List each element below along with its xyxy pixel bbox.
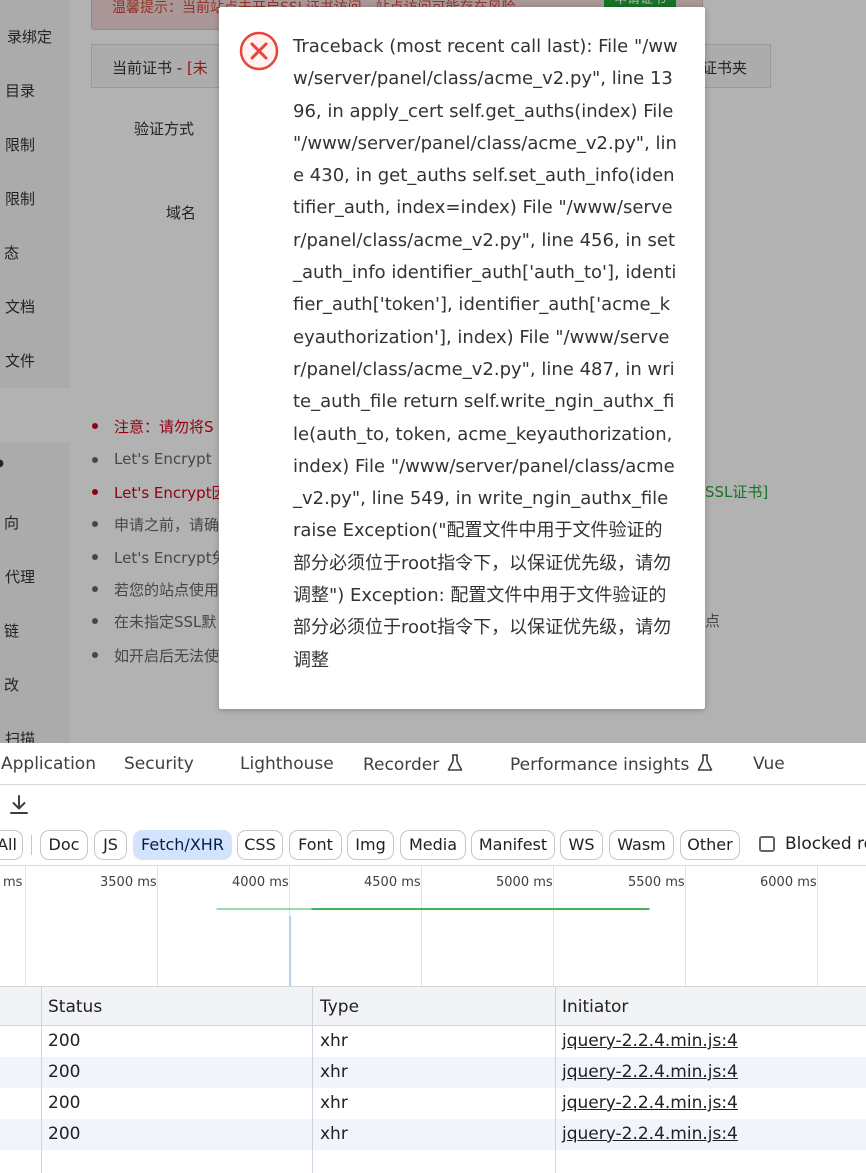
table-row[interactable]: 200 xhr jquery-2.2.4.min.js:4 bbox=[0, 1057, 866, 1088]
timeline-gridline bbox=[817, 866, 818, 986]
filter-media[interactable]: Media bbox=[400, 830, 466, 860]
column-divider[interactable] bbox=[312, 987, 313, 1173]
column-type[interactable]: Type bbox=[320, 997, 359, 1017]
filter-js[interactable]: JS bbox=[94, 830, 127, 860]
type-cell: xhr bbox=[320, 1093, 348, 1113]
flask-icon bbox=[697, 754, 713, 771]
table-row[interactable]: 200 xhr jquery-2.2.4.min.js:4 bbox=[0, 1119, 866, 1150]
timeline-activity-bar bbox=[216, 908, 650, 910]
filter-ws[interactable]: WS bbox=[560, 830, 603, 860]
filter-all[interactable]: All bbox=[0, 830, 23, 860]
filter-separator bbox=[31, 835, 32, 855]
flask-icon bbox=[447, 754, 463, 771]
column-divider[interactable] bbox=[41, 987, 42, 1173]
initiator-link[interactable]: jquery-2.2.4.min.js:4 bbox=[562, 1093, 738, 1113]
type-cell: xhr bbox=[320, 1031, 348, 1051]
timeline-gridline bbox=[553, 866, 554, 986]
error-circle-x-icon bbox=[239, 31, 279, 71]
type-cell: xhr bbox=[320, 1124, 348, 1144]
blocked-requests-label: Blocked re bbox=[785, 834, 866, 854]
timeline-tick-label: 6000 ms bbox=[760, 875, 817, 890]
tab-performance-insights[interactable]: Performance insights bbox=[510, 754, 713, 775]
network-timeline-overview[interactable]: ms 3500 ms 4000 ms 4500 ms 5000 ms 5500 … bbox=[0, 866, 866, 987]
filter-other[interactable]: Other bbox=[680, 830, 740, 860]
type-cell: xhr bbox=[320, 1062, 348, 1082]
initiator-link[interactable]: jquery-2.2.4.min.js:4 bbox=[562, 1062, 738, 1082]
column-divider[interactable] bbox=[555, 987, 556, 1173]
tab-performance-insights-label: Performance insights bbox=[510, 755, 690, 775]
tab-recorder-label: Recorder bbox=[363, 755, 440, 775]
status-cell: 200 bbox=[48, 1062, 81, 1082]
error-dialog: Traceback (most recent call last): File … bbox=[219, 7, 705, 709]
filter-fetch-xhr[interactable]: Fetch/XHR bbox=[133, 830, 232, 860]
timeline-cursor bbox=[289, 916, 291, 986]
timeline-tick-label: ms bbox=[3, 875, 23, 890]
tab-lighthouse[interactable]: Lighthouse bbox=[240, 754, 334, 774]
table-row[interactable]: 200 xhr jquery-2.2.4.min.js:4 bbox=[0, 1088, 866, 1119]
tab-recorder[interactable]: Recorder bbox=[363, 754, 463, 775]
table-header: Status Type Initiator bbox=[0, 987, 866, 1026]
timeline-gridline bbox=[25, 866, 26, 986]
tab-security[interactable]: Security bbox=[124, 754, 194, 774]
tab-vue[interactable]: Vue bbox=[753, 754, 785, 774]
timeline-gridline bbox=[421, 866, 422, 986]
network-request-table: Status Type Initiator 200 xhr jquery-2.2… bbox=[0, 987, 866, 1173]
devtools-tab-bar: Application Security Lighthouse Recorder… bbox=[0, 743, 866, 785]
initiator-link[interactable]: jquery-2.2.4.min.js:4 bbox=[562, 1124, 738, 1144]
error-message: Traceback (most recent call last): File … bbox=[293, 36, 678, 671]
timeline-tick-label: 3500 ms bbox=[100, 875, 157, 890]
column-status[interactable]: Status bbox=[48, 997, 102, 1017]
filter-wasm[interactable]: Wasm bbox=[609, 830, 674, 860]
timeline-tick-label: 5000 ms bbox=[496, 875, 553, 890]
resource-type-filter-bar: All Doc JS Fetch/XHR CSS Font Img Media … bbox=[0, 825, 866, 866]
status-cell: 200 bbox=[48, 1093, 81, 1113]
blocked-requests-checkbox[interactable] bbox=[759, 836, 775, 852]
status-cell: 200 bbox=[48, 1031, 81, 1051]
timeline-tick-label: 4000 ms bbox=[232, 875, 289, 890]
table-row[interactable]: 200 xhr jquery-2.2.4.min.js:4 bbox=[0, 1026, 866, 1057]
filter-css[interactable]: CSS bbox=[237, 830, 283, 860]
timeline-tick-label: 5500 ms bbox=[628, 875, 685, 890]
tab-application[interactable]: Application bbox=[1, 754, 96, 774]
download-icon[interactable] bbox=[8, 794, 30, 816]
filter-manifest[interactable]: Manifest bbox=[471, 830, 555, 860]
filter-img[interactable]: Img bbox=[347, 830, 394, 860]
timeline-gridline bbox=[157, 866, 158, 986]
timeline-tick-label: 4500 ms bbox=[364, 875, 421, 890]
column-initiator[interactable]: Initiator bbox=[562, 997, 628, 1017]
timeline-gridline bbox=[685, 866, 686, 986]
status-cell: 200 bbox=[48, 1124, 81, 1144]
initiator-link[interactable]: jquery-2.2.4.min.js:4 bbox=[562, 1031, 738, 1051]
filter-doc[interactable]: Doc bbox=[40, 830, 88, 860]
filter-font[interactable]: Font bbox=[289, 830, 342, 860]
network-toolbar bbox=[0, 785, 866, 825]
